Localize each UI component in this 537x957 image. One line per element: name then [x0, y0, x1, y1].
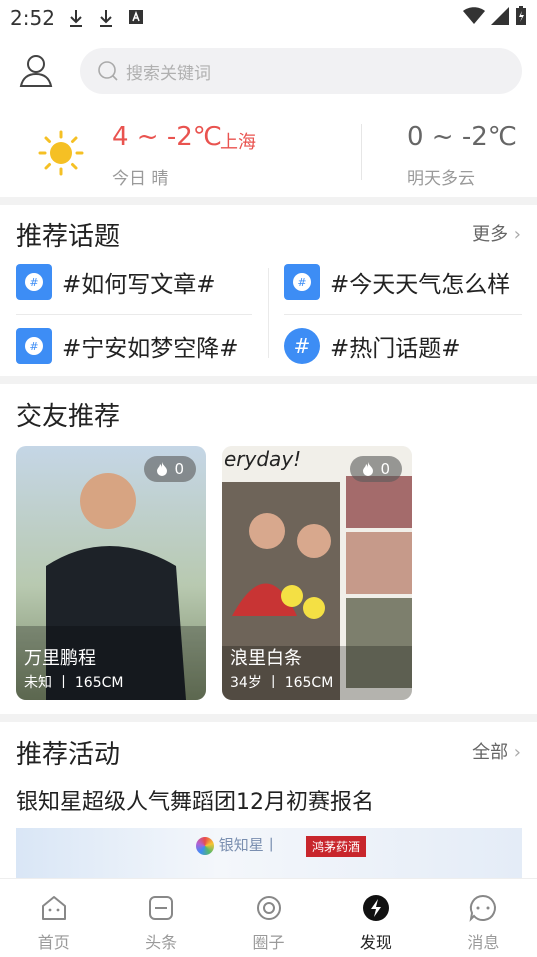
wifi-icon — [463, 7, 485, 24]
search-input[interactable]: 搜索关键词 — [126, 59, 211, 84]
topic-item[interactable]: # #热门话题# — [284, 324, 461, 368]
signal-icon — [491, 7, 509, 25]
tab-headlines[interactable]: 头条 — [107, 879, 214, 957]
friend-card[interactable]: eryday! 0 浪里白条 34岁 丨 165CM — [222, 446, 412, 700]
section-separator — [0, 714, 537, 722]
search-bar[interactable]: 搜索关键词 — [80, 48, 522, 94]
tab-label: 发现 — [359, 933, 392, 952]
tab-messages[interactable]: 消息 — [430, 879, 537, 957]
tab-label: 首页 — [37, 933, 70, 952]
battery-icon — [516, 6, 526, 25]
discover-icon — [362, 895, 389, 921]
flame-icon — [363, 462, 374, 476]
profile-button[interactable] — [16, 50, 56, 90]
circles-icon — [256, 896, 281, 920]
friends-section-title: 交友推荐 — [16, 402, 121, 432]
activities-all-link[interactable]: 全部 › — [472, 738, 521, 764]
today-weather-label: 今日 晴 — [112, 169, 169, 189]
svg-text:#: # — [297, 276, 306, 289]
search-icon — [98, 61, 118, 81]
friend-name: 浪里白条 — [230, 648, 302, 669]
status-time: 2:52 — [10, 6, 55, 30]
hashtag-icon: # — [284, 264, 320, 300]
banner-brand-text: 银知星丨 — [218, 836, 279, 854]
tab-label: 头条 — [145, 933, 178, 952]
section-separator — [0, 376, 537, 384]
system-icons — [463, 6, 527, 26]
tab-circles[interactable]: 圈子 — [215, 879, 322, 957]
sunny-icon — [38, 130, 84, 176]
topic-label: #今天天气怎么样 — [330, 272, 511, 298]
flame-icon — [157, 462, 168, 476]
activity-title[interactable]: 银知星超级人气舞蹈团12月初赛报名 — [16, 784, 374, 816]
tab-home[interactable]: 首页 — [0, 879, 107, 957]
topics-more-link[interactable]: 更多 › — [472, 220, 521, 246]
topic-label: #如何写文章# — [62, 272, 216, 298]
today-temperature: 4 ~ -2℃ — [112, 122, 222, 152]
hashtag-icon: # — [16, 328, 52, 364]
all-label: 全部 — [472, 742, 509, 763]
topic-column-divider — [268, 268, 269, 358]
topic-divider — [284, 314, 522, 315]
chevron-right-icon: › — [508, 742, 521, 763]
popularity-badge: 0 — [144, 456, 196, 482]
friend-info: 未知 丨 165CM — [24, 675, 124, 691]
hashtag-bubble-icon: # — [284, 328, 320, 364]
tomorrow-weather-label: 明天多云 — [407, 169, 475, 189]
hot-count: 0 — [174, 460, 184, 478]
weather-divider — [361, 124, 362, 180]
topic-label: #热门话题# — [330, 336, 461, 362]
popularity-badge: 0 — [350, 456, 402, 482]
tab-label: 圈子 — [252, 933, 285, 952]
hashtag-icon: # — [16, 264, 52, 300]
brand-logo-icon — [196, 836, 214, 855]
city-name: 上海 — [220, 132, 256, 153]
download-icon — [70, 10, 82, 27]
topic-item[interactable]: # #如何写文章# — [16, 260, 216, 304]
headlines-icon — [149, 896, 174, 920]
app-notification-icon — [129, 10, 143, 24]
message-icon — [469, 894, 497, 922]
friend-card[interactable]: 0 万里鹏程 未知 丨 165CM — [16, 446, 206, 700]
section-separator — [0, 197, 537, 205]
topics-section-title: 推荐话题 — [16, 222, 121, 252]
user-icon — [19, 55, 53, 87]
tab-discover[interactable]: 发现 — [322, 879, 429, 957]
download-icon — [100, 10, 112, 27]
friend-info: 34岁 丨 165CM — [230, 675, 334, 691]
tomorrow-temperature: 0 ~ -2℃ — [407, 122, 517, 152]
hot-count: 0 — [380, 460, 390, 478]
weather-panel[interactable]: 4 ~ -2℃ 上海 今日 晴 0 ~ -2℃ 明天多云 — [0, 110, 537, 196]
svg-text:#: # — [29, 276, 38, 289]
bottom-tab-bar: 首页 头条 圈子 发现 消息 — [0, 878, 537, 957]
svg-text:eryday!: eryday! — [224, 447, 301, 471]
banner-sponsor-tag: 鸿茅药酒 — [306, 836, 367, 857]
top-bar: 搜索关键词 — [0, 40, 537, 104]
more-label: 更多 — [472, 224, 509, 245]
status-bar: 2:52 — [0, 0, 537, 36]
friend-name: 万里鹏程 — [24, 648, 96, 669]
banner-brand: 银知星丨 — [196, 834, 279, 855]
tab-label: 消息 — [467, 933, 500, 952]
chevron-right-icon: › — [508, 224, 521, 245]
home-icon — [41, 896, 66, 920]
notification-icons — [68, 8, 144, 28]
topic-divider — [16, 314, 252, 315]
topic-item[interactable]: # #今天天气怎么样 — [284, 260, 510, 304]
svg-text:#: # — [29, 340, 38, 353]
topic-label: #宁安如梦空降# — [62, 336, 239, 362]
topic-item[interactable]: # #宁安如梦空降# — [16, 324, 239, 368]
activities-section-title: 推荐活动 — [16, 740, 121, 770]
